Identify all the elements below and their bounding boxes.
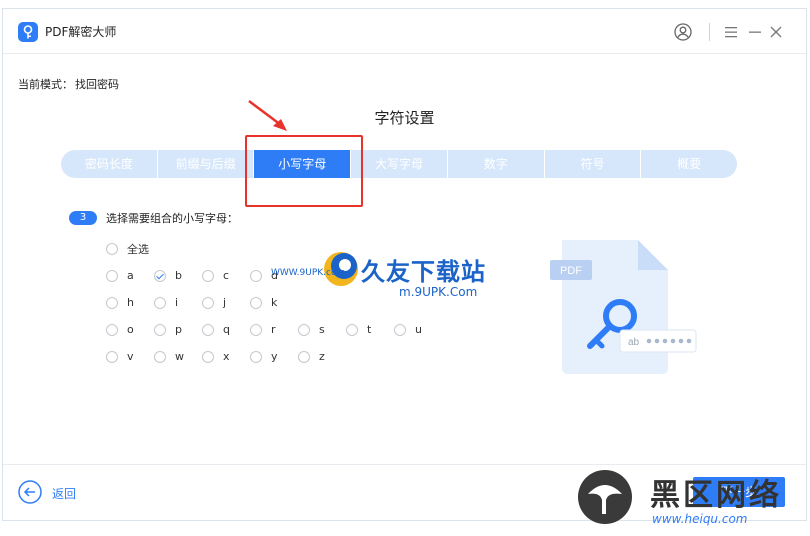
checkbox-unchecked bbox=[298, 323, 310, 336]
letter-label: v bbox=[127, 350, 134, 363]
letter-option[interactable]: w bbox=[154, 350, 184, 363]
checkbox-unchecked bbox=[106, 350, 118, 363]
letter-label: k bbox=[271, 296, 278, 309]
checkbox-unchecked bbox=[250, 269, 262, 282]
settings-tabs: 密码长度 前缀与后缀 小写字母 大写字母 数字 符号 概要 bbox=[61, 150, 737, 178]
user-icon[interactable] bbox=[674, 23, 692, 41]
letter-option[interactable]: a bbox=[106, 269, 134, 282]
back-button[interactable]: 返回 bbox=[52, 485, 76, 502]
checkbox-unchecked bbox=[250, 350, 262, 363]
step-badge: 3 bbox=[69, 211, 97, 225]
svg-text:ab: ab bbox=[628, 337, 640, 348]
checkbox-unchecked bbox=[106, 296, 118, 309]
letter-label: y bbox=[271, 350, 278, 363]
letter-option[interactable]: b bbox=[154, 269, 182, 282]
app-window: PDF解密大师 当前模式： 找回密码 字符设置 密码长度 前缀与后缀 小写字母 大… bbox=[2, 8, 807, 521]
letter-label: o bbox=[127, 323, 134, 336]
annotation-arrow-icon bbox=[247, 99, 293, 139]
letter-option[interactable]: z bbox=[298, 350, 325, 363]
letter-option[interactable]: p bbox=[154, 323, 182, 336]
checkbox-unchecked bbox=[202, 296, 214, 309]
letter-label: p bbox=[175, 323, 182, 336]
checkbox-unchecked bbox=[154, 350, 166, 363]
svg-text:PDF: PDF bbox=[560, 265, 582, 277]
menu-icon[interactable] bbox=[724, 23, 742, 41]
watermark-url: m.9UPK.Com bbox=[399, 285, 478, 299]
checkbox-unchecked bbox=[346, 323, 358, 336]
checkbox-unchecked bbox=[202, 350, 214, 363]
minimize-icon[interactable] bbox=[748, 23, 766, 41]
letter-option[interactable]: v bbox=[106, 350, 134, 363]
mode-indicator: 当前模式： 找回密码 bbox=[18, 76, 119, 92]
letter-option[interactable]: k bbox=[250, 296, 277, 309]
checkbox-unchecked bbox=[106, 323, 118, 336]
app-title: PDF解密大师 bbox=[45, 25, 117, 39]
section-title: 字符设置 bbox=[374, 109, 435, 127]
letter-option[interactable]: y bbox=[250, 350, 278, 363]
tab-digits[interactable]: 数字 bbox=[448, 150, 545, 178]
letter-label: u bbox=[415, 323, 422, 336]
mushroom-logo-icon bbox=[578, 470, 632, 524]
pdf-key-illustration: PDF ab bbox=[550, 234, 700, 384]
mode-label: 当前模式： bbox=[18, 78, 73, 91]
watermark-heiqu-title: 黑区网络 bbox=[650, 478, 782, 513]
tab-password-length[interactable]: 密码长度 bbox=[61, 150, 158, 178]
letter-option[interactable]: r bbox=[250, 323, 276, 336]
letter-option[interactable]: u bbox=[394, 323, 422, 336]
checkbox-checked bbox=[154, 269, 166, 282]
checkbox-unchecked bbox=[250, 323, 262, 336]
tab-prefix-suffix[interactable]: 前缀与后缀 bbox=[158, 150, 255, 178]
app-logo-icon bbox=[18, 22, 38, 42]
title-bar-divider bbox=[709, 23, 710, 41]
close-icon[interactable] bbox=[769, 23, 787, 41]
letter-label: t bbox=[367, 323, 372, 336]
watermark-heiqu: 黑区网络 www.heiqu.com bbox=[578, 470, 808, 530]
checkbox-unchecked bbox=[298, 350, 310, 363]
back-arrow-icon[interactable] bbox=[18, 480, 42, 504]
letter-label: w bbox=[175, 350, 184, 363]
letter-option[interactable]: s bbox=[298, 323, 325, 336]
checkbox-unchecked bbox=[250, 296, 262, 309]
checkbox-unchecked bbox=[202, 323, 214, 336]
select-all-label: 全选 bbox=[127, 243, 149, 256]
letter-label: c bbox=[223, 269, 230, 282]
letter-option[interactable]: q bbox=[202, 323, 230, 336]
letter-label: a bbox=[127, 269, 134, 282]
letter-label: r bbox=[271, 323, 276, 336]
checkbox-unchecked bbox=[106, 269, 118, 282]
letter-label: z bbox=[319, 350, 325, 363]
checkbox-unchecked bbox=[202, 269, 214, 282]
letter-label: h bbox=[127, 296, 134, 309]
letter-label: q bbox=[223, 323, 230, 336]
watermark-heiqu-url: www.heiqu.com bbox=[652, 512, 748, 526]
letter-label: i bbox=[175, 296, 179, 309]
checkbox-unchecked bbox=[154, 323, 166, 336]
letter-label: s bbox=[319, 323, 325, 336]
letter-option[interactable]: c bbox=[202, 269, 229, 282]
select-all-checkbox[interactable]: 全选 bbox=[106, 241, 149, 257]
checkbox-unchecked bbox=[394, 323, 406, 336]
radio-circle bbox=[106, 243, 118, 255]
letter-label: j bbox=[223, 296, 227, 309]
tab-summary[interactable]: 概要 bbox=[641, 150, 737, 178]
letter-label: x bbox=[223, 350, 230, 363]
step-instruction: 选择需要组合的小写字母： bbox=[106, 212, 238, 225]
watermark-title: 久友下载站 bbox=[361, 258, 486, 286]
letter-option[interactable]: x bbox=[202, 350, 230, 363]
letter-option[interactable]: t bbox=[346, 323, 371, 336]
checkbox-unchecked bbox=[154, 296, 166, 309]
watermark-url-small: WWW.9UPK.com bbox=[271, 268, 346, 278]
letter-label: b bbox=[175, 269, 182, 282]
letter-option[interactable]: h bbox=[106, 296, 134, 309]
letter-option[interactable]: j bbox=[202, 296, 226, 309]
tab-symbols[interactable]: 符号 bbox=[545, 150, 642, 178]
letter-option[interactable]: o bbox=[106, 323, 134, 336]
mode-value: 找回密码 bbox=[75, 78, 119, 91]
letter-option[interactable]: i bbox=[154, 296, 178, 309]
title-bar: PDF解密大师 bbox=[3, 9, 806, 54]
annotation-highlight-box bbox=[245, 135, 363, 207]
tab-uppercase[interactable]: 大写字母 bbox=[351, 150, 448, 178]
